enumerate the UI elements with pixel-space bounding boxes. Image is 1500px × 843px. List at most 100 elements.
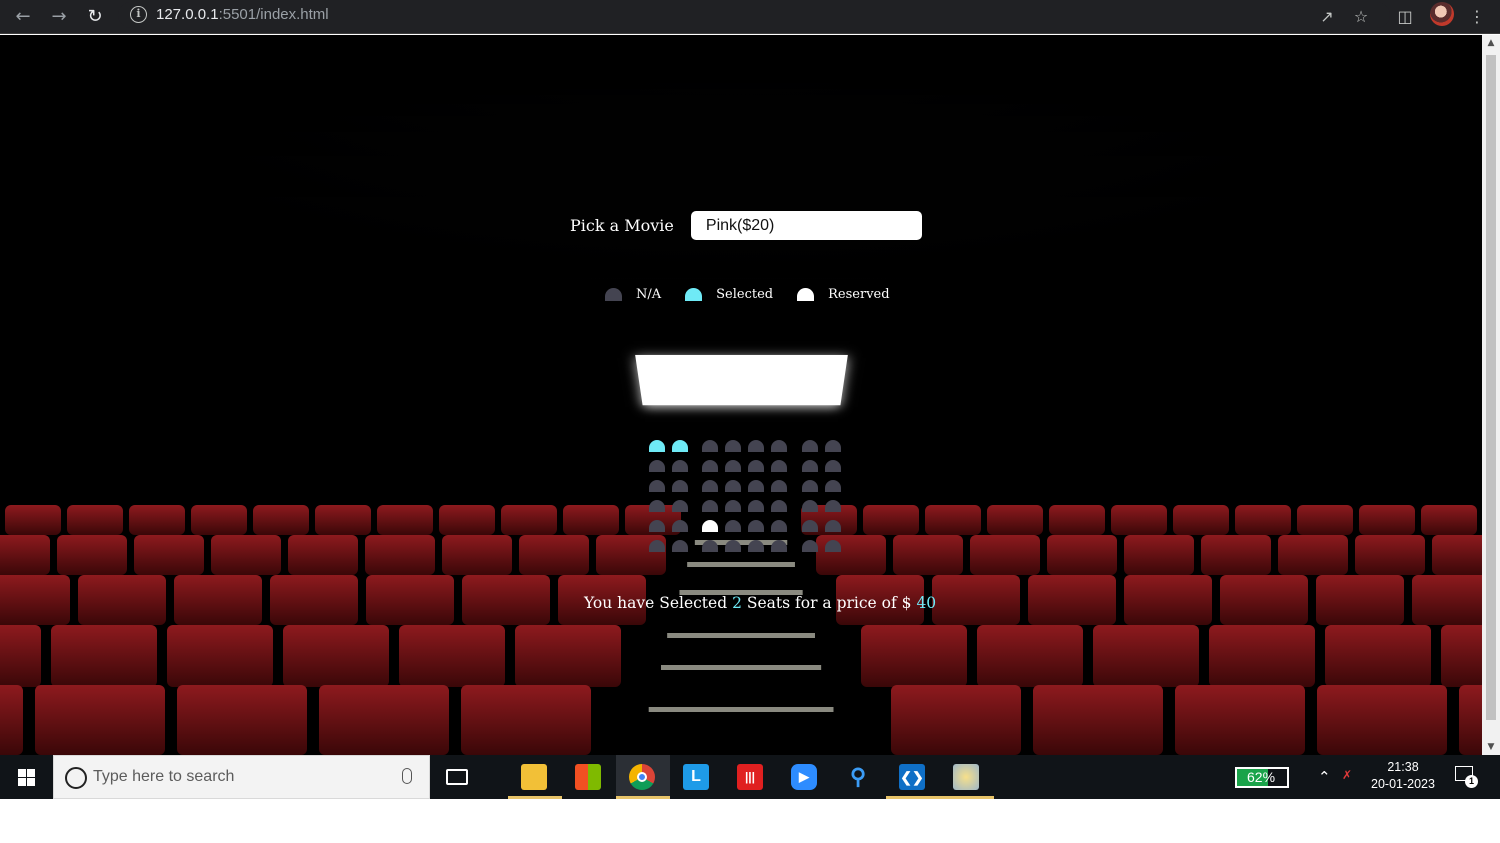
theater-seat-shape (315, 505, 371, 535)
start-button[interactable] (0, 755, 52, 799)
seat-na[interactable] (748, 480, 764, 492)
running-indicator (508, 796, 562, 799)
url-text[interactable]: 127.0.0.1:5501/index.html (156, 6, 329, 23)
theater-seat-shape (1316, 575, 1404, 625)
bookmark-star-icon[interactable]: ☆ (1348, 4, 1374, 30)
seat-na[interactable] (671, 460, 688, 472)
menu-kebab-icon[interactable]: ⋮ (1464, 4, 1490, 30)
tray-chevron-icon[interactable]: ⌃ (1318, 768, 1331, 786)
seat-na[interactable] (702, 480, 718, 492)
network-disconnected-icon[interactable]: ✗ (1342, 768, 1352, 782)
seat-na[interactable] (824, 500, 841, 512)
seat-na[interactable] (771, 440, 787, 452)
seat-na[interactable] (671, 500, 688, 512)
seat-na[interactable] (801, 520, 818, 532)
microphone-icon[interactable] (402, 768, 412, 784)
seat-na[interactable] (824, 480, 841, 492)
store-button[interactable] (562, 755, 616, 799)
paint-button[interactable] (940, 755, 994, 799)
task-view-icon (446, 769, 468, 785)
seat-na[interactable] (801, 460, 818, 472)
seat-na[interactable] (725, 500, 741, 512)
task-view-button[interactable] (430, 755, 484, 799)
battery-indicator[interactable]: 62% (1235, 767, 1289, 788)
address-bar[interactable]: i 127.0.0.1:5501/index.html (118, 2, 1390, 28)
app-l-button[interactable]: L (670, 755, 724, 799)
seat-na[interactable] (748, 460, 764, 472)
seat-reserved-icon (797, 287, 815, 301)
theater-seat-shape (893, 535, 963, 575)
seat-na[interactable] (801, 540, 818, 552)
vertical-scrollbar[interactable]: ▲ ▼ (1482, 35, 1500, 755)
seat-na[interactable] (671, 540, 688, 552)
seat-na[interactable] (671, 480, 688, 492)
seat-na[interactable] (648, 540, 665, 552)
seat-na[interactable] (801, 480, 818, 492)
seat-na[interactable] (702, 460, 718, 472)
theater-seat-shape (0, 685, 23, 755)
seat-na[interactable] (725, 520, 741, 532)
site-info-icon[interactable]: i (130, 6, 147, 23)
chrome-button[interactable] (616, 755, 670, 799)
seat-na[interactable] (824, 540, 841, 552)
seat-na[interactable] (771, 540, 787, 552)
theater-seat-shape (0, 535, 50, 575)
taskbar-search[interactable]: Type here to search (53, 755, 430, 799)
file-explorer-button[interactable] (508, 755, 562, 799)
running-indicator (940, 796, 994, 799)
seat-na[interactable] (648, 500, 665, 512)
seat-selected[interactable] (648, 440, 665, 452)
side-panel-icon[interactable]: ◫ (1392, 4, 1418, 30)
seat-selected[interactable] (671, 440, 688, 452)
seat-row (645, 540, 844, 560)
seat-na[interactable] (648, 520, 665, 532)
zoom-button[interactable]: ▶ (778, 755, 832, 799)
seat-na[interactable] (702, 540, 718, 552)
back-icon[interactable]: ← (9, 3, 37, 31)
seat-na[interactable] (725, 480, 741, 492)
seat-na[interactable] (648, 480, 665, 492)
vscode-button[interactable]: ❮❯ (886, 755, 940, 799)
seat-na[interactable] (702, 500, 718, 512)
seat-na[interactable] (702, 440, 718, 452)
seat-na[interactable] (824, 440, 841, 452)
seat-na[interactable] (748, 500, 764, 512)
theater-seat-shape (461, 685, 591, 755)
running-indicator (886, 796, 940, 799)
scroll-down-icon[interactable]: ▼ (1482, 739, 1500, 755)
clock-time: 21:38 (1387, 760, 1419, 774)
seat-na[interactable] (771, 520, 787, 532)
seat-na[interactable] (748, 520, 764, 532)
notification-center-button[interactable]: 1 (1455, 766, 1478, 788)
reload-icon[interactable]: ↻ (81, 3, 109, 31)
seat-na[interactable] (725, 460, 741, 472)
seat-na[interactable] (671, 520, 688, 532)
theater-seat-shape (1325, 625, 1431, 687)
system-clock[interactable]: 21:38 20-01-2023 (1366, 759, 1440, 793)
seat-na[interactable] (725, 440, 741, 452)
aisle-step-light (667, 633, 815, 638)
seat-na[interactable] (748, 440, 764, 452)
seat-na[interactable] (771, 480, 787, 492)
scroll-up-icon[interactable]: ▲ (1482, 35, 1500, 51)
profile-avatar[interactable] (1430, 2, 1454, 26)
scroll-thumb[interactable] (1486, 55, 1496, 720)
seat-na[interactable] (824, 520, 841, 532)
seat-na[interactable] (824, 460, 841, 472)
seat-na[interactable] (648, 460, 665, 472)
clock-date: 20-01-2023 (1371, 777, 1435, 791)
seat-row (645, 440, 844, 460)
movie-select[interactable]: Pink($20) (690, 210, 922, 240)
seat-na[interactable] (725, 540, 741, 552)
zoom-camera-icon: ▶ (791, 764, 817, 790)
seat-na[interactable] (771, 460, 787, 472)
seat-na[interactable] (748, 540, 764, 552)
seat-na[interactable] (771, 500, 787, 512)
theater-seat-shape (1209, 625, 1315, 687)
seat-na[interactable] (801, 500, 818, 512)
seat-na[interactable] (801, 440, 818, 452)
forward-icon[interactable]: → (45, 3, 73, 31)
app-red-button[interactable]: ||| (724, 755, 778, 799)
share-icon[interactable]: ↗ (1314, 4, 1340, 30)
search-app-button[interactable]: ⚲ (832, 755, 886, 799)
